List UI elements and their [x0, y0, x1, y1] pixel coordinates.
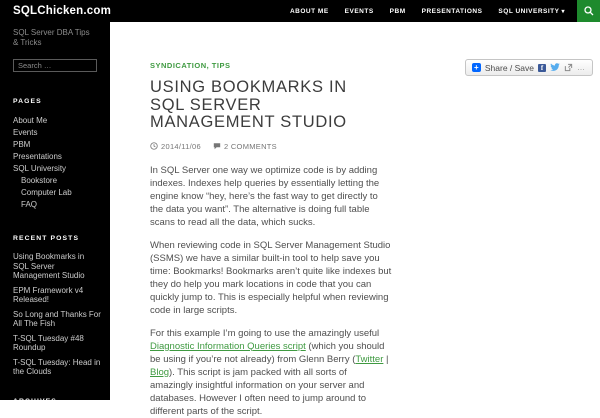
nav-item-about-me[interactable]: ABOUT ME: [290, 8, 329, 15]
paragraph-text: ). This script is jam packed with all so…: [150, 366, 366, 417]
comment-bubble-icon: [213, 142, 221, 150]
chevron-down-icon: ▾: [561, 8, 565, 15]
twitter-link[interactable]: Twitter: [355, 354, 383, 365]
sidebar-item-sql-university[interactable]: SQL University: [13, 163, 102, 175]
sidebar-item-faq[interactable]: FAQ: [13, 199, 102, 211]
share-save-widget[interactable]: + Share / Save f …: [464, 59, 593, 76]
recent-posts-list: Using Bookmarks in SQL Server Management…: [13, 252, 102, 377]
recent-post-link[interactable]: Using Bookmarks in SQL Server Management…: [13, 252, 102, 281]
site-header: SQLChicken.com ABOUT ME EVENTS PBM PRESE…: [0, 0, 600, 22]
sidebar-item-pbm[interactable]: PBM: [13, 139, 102, 151]
recent-post-link[interactable]: EPM Framework v4 Released!: [13, 286, 102, 305]
paragraph-text: |: [383, 353, 389, 365]
post-body: In SQL Server one way we optimize code i…: [150, 164, 392, 418]
diagnostic-queries-link[interactable]: Diagnostic Information Queries script: [150, 341, 306, 352]
recent-post-link[interactable]: So Long and Thanks For All The Fish: [13, 310, 102, 329]
nav-item-sql-university[interactable]: SQL UNIVERSITY ▾: [498, 8, 565, 15]
recent-post-link[interactable]: T-SQL Tuesday: Head in the Clouds: [13, 358, 102, 377]
site-title-link[interactable]: SQLChicken.com: [13, 5, 111, 17]
pages-heading: PAGES: [13, 98, 42, 105]
search-icon: [583, 6, 594, 16]
post-date[interactable]: 2014/11/06: [150, 142, 201, 151]
paragraph: When reviewing code in SQL Server Manage…: [150, 239, 392, 316]
share-save-label: Share / Save: [484, 62, 534, 73]
addtoany-icon: +: [471, 63, 481, 72]
post-meta: 2014/11/06 2 COMMENTS: [150, 142, 600, 151]
post-category-links[interactable]: SYNDICATION, TIPS: [150, 61, 230, 70]
site-tagline: SQL Server DBA Tips & Tricks: [13, 28, 90, 47]
sidebar-search-input[interactable]: [13, 59, 97, 72]
main-content: + Share / Save f … SYNDICATION, TIPS USI…: [110, 22, 600, 417]
post-comments-text: 2 COMMENTS: [223, 141, 277, 151]
sidebar: SQL Server DBA Tips & Tricks PAGES About…: [0, 22, 110, 400]
paragraph: In SQL Server one way we optimize code i…: [150, 164, 380, 228]
paragraph: For this example I’m going to use the am…: [150, 327, 392, 418]
post-comments[interactable]: 2 COMMENTS: [213, 142, 277, 151]
nav-item-label: SQL UNIVERSITY: [498, 7, 560, 15]
primary-nav: ABOUT ME EVENTS PBM PRESENTATIONS SQL UN…: [290, 8, 565, 15]
sidebar-item-about-me[interactable]: About Me: [13, 115, 102, 127]
share-more-dots: …: [577, 63, 586, 72]
post-article: SYNDICATION, TIPS USING BOOKMARKS IN SQL…: [110, 22, 600, 418]
sidebar-item-bookstore[interactable]: Bookstore: [13, 175, 102, 187]
post-title: USING BOOKMARKS IN SQL SERVER MANAGEMENT…: [150, 78, 347, 131]
sidebar-item-computer-lab[interactable]: Computer Lab: [13, 187, 102, 199]
nav-item-presentations[interactable]: PRESENTATIONS: [422, 8, 483, 15]
clock-icon: [150, 142, 158, 150]
sidebar-item-events[interactable]: Events: [13, 127, 102, 139]
nav-item-events[interactable]: EVENTS: [345, 8, 374, 15]
recent-posts-heading: RECENT POSTS: [13, 235, 80, 242]
facebook-icon[interactable]: f: [538, 63, 546, 72]
blog-link[interactable]: Blog: [150, 367, 169, 378]
sidebar-item-presentations[interactable]: Presentations: [13, 151, 102, 163]
post-date-text: 2014/11/06: [161, 141, 201, 151]
twitter-icon[interactable]: [550, 63, 560, 72]
share-export-icon[interactable]: [564, 63, 573, 72]
pages-list: About Me Events PBM Presentations SQL Un…: [13, 115, 102, 211]
nav-item-pbm[interactable]: PBM: [390, 8, 406, 15]
search-toggle-button[interactable]: [577, 0, 600, 22]
paragraph-text: For this example I’m going to use the am…: [150, 327, 380, 339]
recent-post-link[interactable]: T-SQL Tuesday #48 Roundup: [13, 334, 102, 353]
